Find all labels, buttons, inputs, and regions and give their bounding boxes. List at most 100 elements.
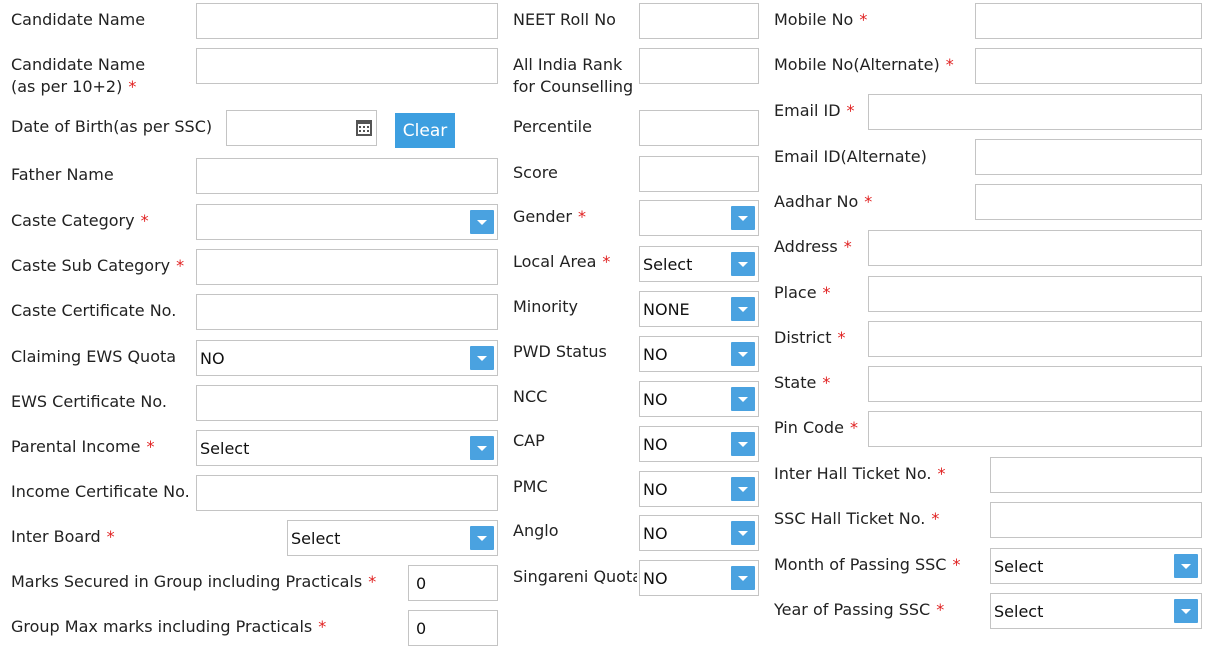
candidate-name-10-2-label: Candidate Name [11, 55, 146, 74]
income-certificate-label: Income Certificate No. [11, 482, 190, 501]
inter-hall-ticket-label: Inter Hall Ticket No. * [774, 464, 946, 483]
calendar-icon[interactable] [356, 120, 372, 136]
ews-certificate-label: EWS Certificate No. [11, 392, 167, 411]
gender-label: Gender * [513, 207, 586, 226]
marks-secured-input[interactable]: 0 [408, 565, 498, 601]
aadhar-input[interactable] [975, 184, 1202, 220]
month-passing-ssc-label: Month of Passing SSC * [774, 555, 961, 574]
email-label: Email ID * [774, 101, 855, 120]
clear-button[interactable]: Clear [395, 113, 455, 148]
mobile-input[interactable] [975, 3, 1202, 39]
minority-label: Minority [513, 297, 578, 316]
candidate-name-label: Candidate Name [11, 10, 146, 29]
singareni-label: Singareni Quota [513, 567, 637, 586]
cap-select[interactable]: NO [639, 426, 759, 462]
anglo-label: Anglo [513, 521, 559, 540]
claiming-ews-select[interactable]: NO [196, 340, 498, 376]
chevron-down-icon[interactable] [470, 526, 494, 550]
chevron-down-icon[interactable] [731, 297, 755, 321]
ssc-hall-ticket-input[interactable] [990, 502, 1202, 538]
chevron-down-icon[interactable] [731, 432, 755, 456]
score-label: Score [513, 163, 558, 182]
singareni-select[interactable]: NO [639, 560, 759, 596]
chevron-down-icon[interactable] [731, 206, 755, 230]
parental-income-label: Parental Income * [11, 437, 155, 456]
pwd-status-select[interactable]: NO [639, 336, 759, 372]
caste-certificate-label: Caste Certificate No. [11, 301, 177, 320]
pin-code-label: Pin Code * [774, 418, 858, 437]
chevron-down-icon[interactable] [731, 521, 755, 545]
income-certificate-input[interactable] [196, 475, 498, 511]
chevron-down-icon[interactable] [470, 210, 494, 234]
ncc-select[interactable]: NO [639, 381, 759, 417]
neet-roll-label: NEET Roll No [513, 10, 616, 29]
email-alt-label: Email ID(Alternate) [774, 147, 927, 166]
chevron-down-icon[interactable] [731, 342, 755, 366]
all-india-rank-label-line2: for Counselling [513, 77, 634, 96]
father-name-input[interactable] [196, 158, 498, 194]
father-name-label: Father Name [11, 165, 114, 184]
chevron-down-icon[interactable] [1174, 554, 1198, 578]
ssc-hall-ticket-label: SSC Hall Ticket No. * [774, 509, 940, 528]
caste-sub-category-input[interactable] [196, 249, 498, 285]
neet-roll-input[interactable] [639, 3, 759, 39]
caste-category-select[interactable] [196, 204, 498, 240]
candidate-name-input[interactable] [196, 3, 498, 39]
address-input[interactable] [868, 230, 1202, 266]
score-input[interactable] [639, 156, 759, 192]
aadhar-label: Aadhar No * [774, 192, 873, 211]
caste-certificate-input[interactable] [196, 294, 498, 330]
claiming-ews-label: Claiming EWS Quota [11, 347, 177, 366]
dob-label: Date of Birth(as per SSC) [11, 117, 213, 136]
cap-label: CAP [513, 431, 545, 450]
inter-board-label: Inter Board * [11, 527, 115, 546]
percentile-input[interactable] [639, 110, 759, 146]
month-passing-ssc-select[interactable]: Select [990, 548, 1202, 584]
district-input[interactable] [868, 321, 1202, 357]
mobile-alt-input[interactable] [975, 48, 1202, 84]
group-max-marks-input[interactable]: 0 [408, 610, 498, 646]
chevron-down-icon[interactable] [731, 566, 755, 590]
pwd-status-label: PWD Status [513, 342, 607, 361]
place-input[interactable] [868, 276, 1202, 312]
group-max-marks-label: Group Max marks including Practicals * [11, 617, 327, 636]
chevron-down-icon[interactable] [470, 346, 494, 370]
year-passing-ssc-select[interactable]: Select [990, 593, 1202, 629]
pin-code-input[interactable] [868, 411, 1202, 447]
all-india-rank-label: All India Rank [513, 55, 623, 74]
caste-sub-category-label: Caste Sub Category * [11, 256, 185, 275]
email-input[interactable] [868, 94, 1202, 130]
minority-select[interactable]: NONE [639, 291, 759, 327]
state-input[interactable] [868, 366, 1202, 402]
state-label: State * [774, 373, 831, 392]
email-alt-input[interactable] [975, 139, 1202, 175]
local-area-label: Local Area * [513, 252, 611, 271]
chevron-down-icon[interactable] [1174, 599, 1198, 623]
all-india-rank-input[interactable] [639, 48, 759, 84]
dob-input[interactable] [226, 110, 377, 146]
inter-board-select[interactable]: Select [287, 520, 498, 556]
mobile-alt-label: Mobile No(Alternate) * [774, 55, 954, 74]
candidate-name-10-2-input[interactable] [196, 48, 498, 84]
chevron-down-icon[interactable] [470, 436, 494, 460]
place-label: Place * [774, 283, 831, 302]
candidate-name-10-2-label-line2: (as per 10+2) * [11, 77, 137, 96]
chevron-down-icon[interactable] [731, 477, 755, 501]
chevron-down-icon[interactable] [731, 252, 755, 276]
mobile-label: Mobile No * [774, 10, 868, 29]
pmc-select[interactable]: NO [639, 471, 759, 507]
year-passing-ssc-label: Year of Passing SSC * [774, 600, 945, 619]
ews-certificate-input[interactable] [196, 385, 498, 421]
percentile-label: Percentile [513, 117, 592, 136]
inter-hall-ticket-input[interactable] [990, 457, 1202, 493]
chevron-down-icon[interactable] [731, 387, 755, 411]
marks-secured-label: Marks Secured in Group including Practic… [11, 572, 377, 591]
parental-income-select[interactable]: Select [196, 430, 498, 466]
district-label: District * [774, 328, 846, 347]
pmc-label: PMC [513, 477, 548, 496]
anglo-select[interactable]: NO [639, 515, 759, 551]
ncc-label: NCC [513, 387, 548, 406]
gender-select[interactable] [639, 200, 759, 236]
local-area-select[interactable]: Select [639, 246, 759, 282]
caste-category-label: Caste Category * [11, 211, 149, 230]
